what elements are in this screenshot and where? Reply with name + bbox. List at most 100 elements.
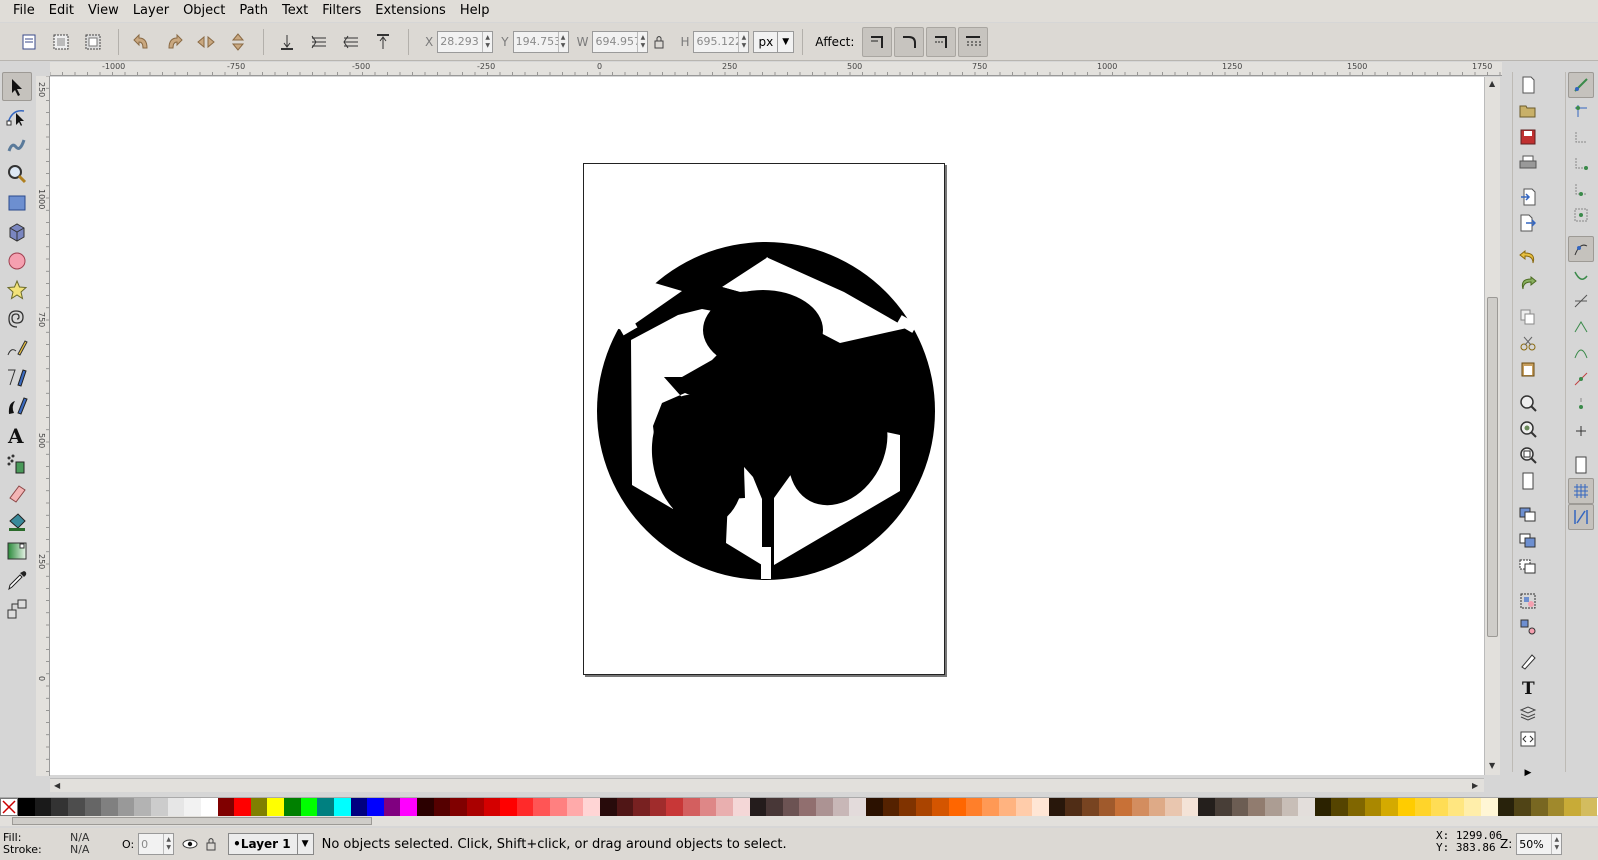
menu-path[interactable]: Path [232,0,275,22]
color-swatch[interactable] [84,798,102,816]
color-swatch[interactable] [101,798,118,816]
opacity-spinbox[interactable]: ▲▼ [138,833,175,855]
spin-arrows[interactable]: ▲ ▼ [557,31,568,52]
color-swatch[interactable] [1082,798,1099,816]
raise-button[interactable] [336,27,366,57]
color-swatch[interactable] [1264,798,1282,816]
spin-arrows[interactable]: ▲ ▼ [637,31,647,52]
import-button[interactable] [1515,184,1541,210]
color-swatch[interactable] [965,798,983,816]
pencil-tool[interactable] [2,333,32,362]
pen-tool[interactable] [2,362,32,391]
color-swatch[interactable] [899,798,916,816]
horizontal-scrollbar[interactable]: ◀ ▶ [50,778,1484,792]
snap-toggle-button[interactable] [1568,72,1594,98]
menu-filters[interactable]: Filters [315,0,368,22]
menu-text[interactable]: Text [275,0,315,22]
text-tool[interactable]: A [2,420,32,449]
snap-page-border-button[interactable] [1568,452,1594,478]
spin-arrows[interactable]: ▲ ▼ [738,31,748,52]
snap-bbox-midpoint-button[interactable] [1568,176,1594,202]
color-swatch[interactable] [865,798,883,816]
color-swatch[interactable] [982,798,999,816]
color-swatch[interactable] [1497,798,1515,816]
snap-intersections-button[interactable] [1568,288,1594,314]
color-swatch[interactable] [67,798,85,816]
color-swatch[interactable] [350,798,368,816]
color-swatch[interactable] [1314,798,1332,816]
color-swatch[interactable] [816,798,833,816]
color-swatch[interactable] [417,798,434,816]
color-swatch[interactable] [117,798,135,816]
rotate-ccw-button[interactable] [127,27,157,57]
export-button[interactable] [1515,210,1541,236]
menu-help[interactable]: Help [453,0,497,22]
color-swatch[interactable] [1198,798,1215,816]
duplicate-button[interactable] [1515,502,1541,528]
snap-grid-button[interactable] [1568,478,1594,504]
copy-button[interactable] [1515,304,1541,330]
clone-button[interactable] [1515,528,1541,554]
calligraphy-tool[interactable] [2,391,32,420]
color-swatch[interactable] [1131,798,1149,816]
paint-bucket-tool[interactable] [2,507,32,536]
affect-stroke-width-button[interactable] [862,26,893,57]
tweak-tool[interactable] [2,130,32,159]
color-swatch[interactable] [649,798,667,816]
unlink-clone-button[interactable] [1515,554,1541,580]
select-all-button[interactable] [14,27,44,57]
current-layer-select[interactable]: •Layer 1 ▼ [228,833,314,855]
drawing-canvas[interactable] [50,77,1484,775]
scroll-up-icon[interactable]: ▲ [1489,79,1495,88]
xml-editor-button[interactable] [1515,726,1541,752]
color-swatch[interactable] [782,798,800,816]
color-swatch[interactable] [666,798,683,816]
x-spinbox[interactable]: ▲▼ [437,30,494,53]
scroll-right-icon[interactable]: ▶ [1472,781,1478,790]
color-swatch[interactable] [1481,798,1498,816]
color-swatch[interactable] [932,798,949,816]
y-spinbox[interactable]: ▲▼ [512,30,569,53]
menu-edit[interactable]: Edit [42,0,81,22]
color-swatch[interactable] [1530,798,1548,816]
redo-button[interactable] [1515,270,1541,296]
color-swatch[interactable] [333,798,351,816]
color-swatch[interactable] [1564,798,1581,816]
snap-bbox-button[interactable] [1568,98,1594,124]
logo-artwork[interactable] [50,77,1484,775]
color-swatch[interactable] [633,798,650,816]
color-swatch[interactable] [1447,798,1465,816]
spray-tool[interactable] [2,449,32,478]
save-button[interactable] [1515,124,1541,150]
unit-select[interactable]: px ▼ [753,30,795,53]
color-swatch[interactable] [34,798,52,816]
color-swatch[interactable] [1148,798,1166,816]
color-swatch[interactable] [300,798,318,816]
layers-button[interactable] [1515,700,1541,726]
cut-button[interactable] [1515,330,1541,356]
color-swatch[interactable] [766,798,783,816]
menu-view[interactable]: View [81,0,126,22]
color-swatch[interactable] [1181,798,1199,816]
h-input[interactable] [694,31,739,52]
color-swatch[interactable] [51,798,68,816]
color-swatch[interactable] [1215,798,1232,816]
color-swatch[interactable] [1414,798,1432,816]
color-swatch[interactable] [882,798,900,816]
color-swatch[interactable] [234,798,251,816]
snap-object-centers-button[interactable] [1568,392,1594,418]
flip-horizontal-button[interactable] [191,27,221,57]
color-swatch[interactable] [1115,798,1132,816]
color-swatch[interactable] [799,798,816,816]
menu-object[interactable]: Object [176,0,232,22]
3d-box-tool[interactable] [2,217,32,246]
color-swatch[interactable] [250,798,268,816]
eraser-tool[interactable] [2,478,32,507]
color-swatch[interactable] [500,798,517,816]
dropper-tool[interactable] [2,565,32,594]
palette-scrollbar[interactable] [0,816,1598,826]
snap-smooth-nodes-button[interactable] [1568,340,1594,366]
color-swatch[interactable] [749,798,767,816]
star-tool[interactable] [2,275,32,304]
color-swatch[interactable] [1032,798,1049,816]
